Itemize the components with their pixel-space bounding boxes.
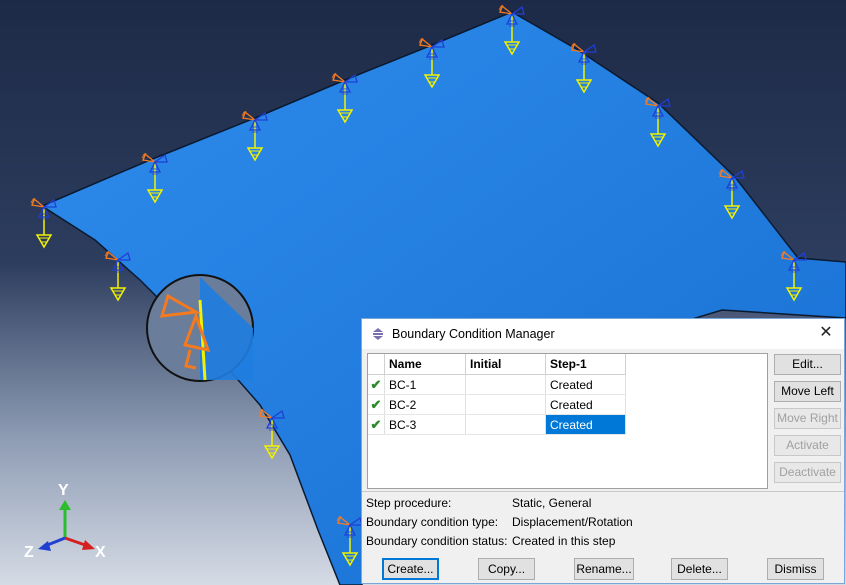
- dismiss-button[interactable]: Dismiss: [767, 558, 824, 580]
- table-row[interactable]: ✔ BC-2 Created: [368, 394, 626, 415]
- dialog-title-bar[interactable]: Boundary Condition Manager ✕: [362, 319, 844, 349]
- bc-status-value: Created in this step: [512, 534, 616, 548]
- row-initial-cell[interactable]: [465, 394, 546, 415]
- check-icon[interactable]: ✔: [371, 377, 382, 392]
- column-header-initial[interactable]: Initial: [465, 354, 546, 375]
- edit-button[interactable]: Edit...: [774, 354, 841, 375]
- create-button[interactable]: Create...: [382, 558, 439, 580]
- column-header-step1[interactable]: Step-1: [545, 354, 626, 375]
- status-column-header: [368, 354, 385, 375]
- move-left-button[interactable]: Move Left: [774, 381, 841, 402]
- activate-button[interactable]: Activate: [774, 435, 841, 456]
- copy-button[interactable]: Copy...: [478, 558, 535, 580]
- table-row[interactable]: ✔ BC-3 Created: [368, 414, 626, 435]
- row-initial-cell[interactable]: [465, 414, 546, 435]
- delete-button[interactable]: Delete...: [671, 558, 728, 580]
- column-header-name[interactable]: Name: [384, 354, 466, 375]
- abaqus-app-icon: [373, 328, 383, 340]
- row-step1-cell[interactable]: Created: [545, 374, 626, 395]
- step-procedure-label: Step procedure:: [366, 496, 452, 510]
- deactivate-button[interactable]: Deactivate: [774, 462, 841, 483]
- close-icon[interactable]: ✕: [816, 323, 836, 343]
- row-name-cell[interactable]: BC-2: [384, 394, 466, 415]
- row-step1-cell-selected[interactable]: Created: [545, 414, 626, 435]
- move-right-button[interactable]: Move Right: [774, 408, 841, 429]
- table-header-row: Name Initial Step-1: [368, 354, 626, 375]
- triad-y-label: Y: [58, 482, 69, 499]
- check-icon[interactable]: ✔: [371, 417, 382, 432]
- row-name-cell[interactable]: BC-3: [384, 414, 466, 435]
- boundary-condition-manager-dialog[interactable]: Boundary Condition Manager ✕ Name Initia…: [361, 318, 845, 584]
- step-procedure-value: Static, General: [512, 496, 592, 510]
- bc-type-label: Boundary condition type:: [366, 515, 499, 529]
- zoom-magnifier: [146, 274, 254, 382]
- table-row[interactable]: ✔ BC-1 Created: [368, 374, 626, 395]
- bc-info-panel: Step procedure: Static, General Boundary…: [362, 491, 844, 554]
- row-name-cell[interactable]: BC-1: [384, 374, 466, 395]
- row-initial-cell[interactable]: [465, 374, 546, 395]
- bc-type-value: Displacement/Rotation: [512, 515, 633, 529]
- check-icon[interactable]: ✔: [371, 397, 382, 412]
- bc-table[interactable]: Name Initial Step-1 ✔ BC-1 Created ✔ BC-…: [367, 353, 768, 489]
- triad-x-label: X: [95, 544, 106, 561]
- row-step1-cell[interactable]: Created: [545, 394, 626, 415]
- rename-button[interactable]: Rename...: [574, 558, 634, 580]
- bc-status-label: Boundary condition status:: [366, 534, 508, 548]
- triad-z-label: Z: [24, 544, 34, 561]
- dialog-title: Boundary Condition Manager: [392, 327, 555, 341]
